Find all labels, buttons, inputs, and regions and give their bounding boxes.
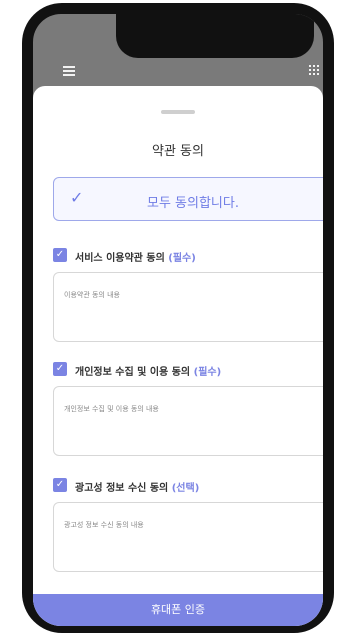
consent-title: 개인정보 수집 및 이용 동의 — [75, 367, 191, 378]
app-screen: 약관 동의 ✓ 모두 동의합니다. ✓ 서비스 이용약관 동의 (필수) 이용약… — [33, 14, 323, 626]
phone-verification-button[interactable]: 휴대폰 인증 — [33, 594, 323, 626]
checkbox-checked-icon[interactable]: ✓ — [53, 478, 67, 492]
checkbox-checked-icon[interactable]: ✓ — [53, 362, 67, 376]
consent-header[interactable]: ✓ 개인정보 수집 및 이용 동의 (필수) — [53, 362, 323, 378]
consent-content-text: 광고성 정보 수신 동의 내용 — [64, 521, 144, 529]
phone-notch — [116, 14, 314, 58]
terms-agreement-sheet: 약관 동의 ✓ 모두 동의합니다. ✓ 서비스 이용약관 동의 (필수) 이용약… — [33, 86, 323, 626]
consent-header[interactable]: ✓ 서비스 이용약관 동의 (필수) — [53, 248, 323, 264]
consent-content-text: 이용약관 동의 내용 — [64, 291, 120, 299]
all-agree-label: 모두 동의합니다. — [147, 196, 239, 211]
checkbox-checked-icon[interactable]: ✓ — [53, 248, 67, 262]
consent-content-box[interactable]: 개인정보 수집 및 이용 동의 내용 — [53, 386, 323, 456]
required-tag: (필수) — [168, 253, 196, 264]
all-agree-button[interactable]: ✓ 모두 동의합니다. — [53, 177, 323, 221]
required-tag: (필수) — [193, 367, 222, 378]
consent-content-text: 개인정보 수집 및 이용 동의 내용 — [64, 405, 159, 413]
consent-title: 광고성 정보 수신 동의 — [75, 483, 169, 494]
consent-header[interactable]: ✓ 광고성 정보 수신 동의 (선택) — [53, 478, 323, 494]
menu-icon[interactable] — [63, 66, 75, 76]
optional-tag: (선택) — [171, 483, 200, 494]
sheet-handle[interactable] — [161, 110, 195, 114]
consent-content-box[interactable]: 이용약관 동의 내용 — [53, 272, 323, 342]
consent-title: 서비스 이용약관 동의 — [75, 253, 165, 264]
grid-icon[interactable] — [309, 65, 321, 77]
sheet-title: 약관 동의 — [152, 144, 204, 159]
consent-content-box[interactable]: 광고성 정보 수신 동의 내용 — [53, 502, 323, 572]
